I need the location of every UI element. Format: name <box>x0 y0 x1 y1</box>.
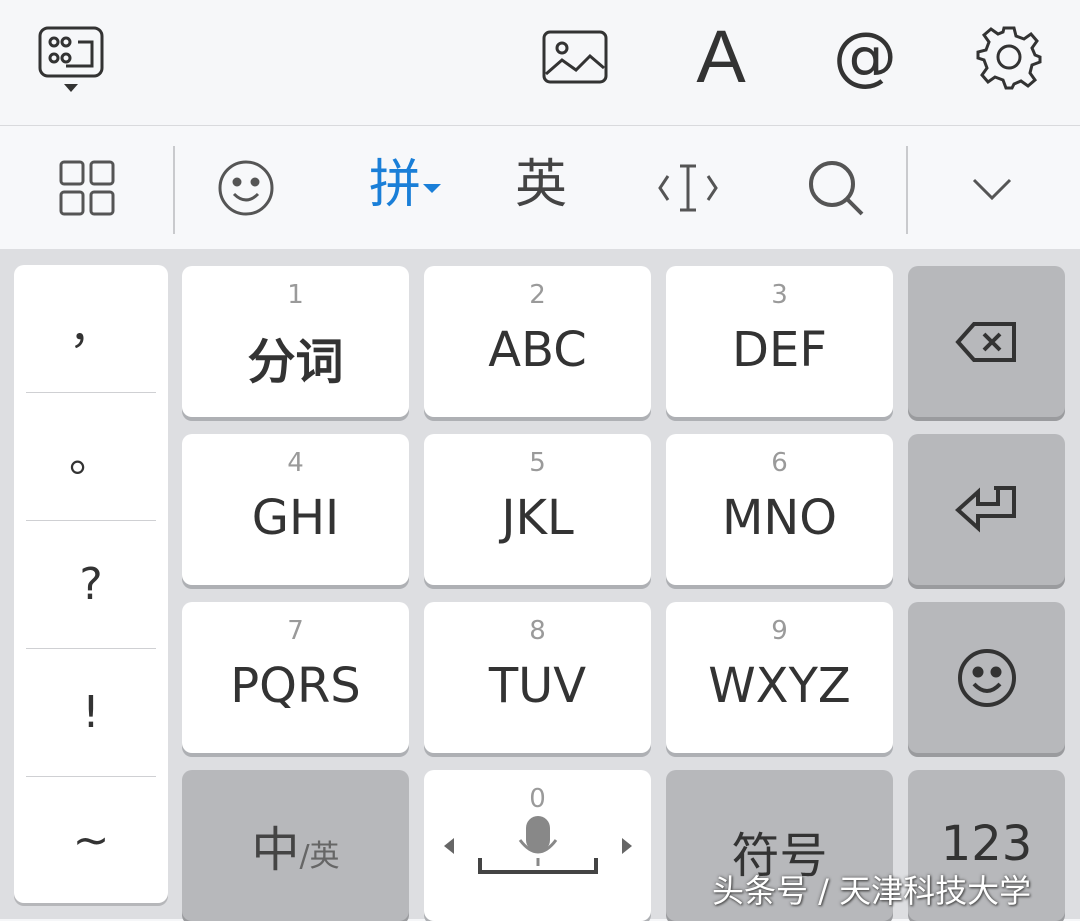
key-4[interactable]: 4 GHI <box>182 434 409 585</box>
key-number: 2 <box>529 280 546 310</box>
lang-sub-label: /英 <box>299 839 340 874</box>
backspace-icon <box>954 321 1016 362</box>
candidate-toolbar: 拼 英 <box>0 126 1080 249</box>
at-label: @ <box>833 20 897 94</box>
key-number: 1 <box>287 280 304 310</box>
key-number: 4 <box>287 448 304 478</box>
top-bar: A @ <box>0 0 1080 126</box>
space-microphone-icon <box>444 816 632 874</box>
at-icon[interactable]: @ <box>830 22 900 92</box>
key-7[interactable]: 7 PQRS <box>182 602 409 753</box>
image-icon[interactable] <box>540 22 610 92</box>
key-label: 分词 <box>247 334 344 390</box>
pinyin-label: 拼 <box>368 155 421 215</box>
key-number: 8 <box>529 616 546 646</box>
punct-question[interactable]: ? <box>14 521 168 649</box>
punct-tilde[interactable]: ~ <box>14 777 168 905</box>
gear-icon[interactable] <box>974 22 1044 92</box>
key-number: 6 <box>771 448 788 478</box>
english-mode-button[interactable]: 英 <box>506 150 576 220</box>
key-number: 5 <box>529 448 546 478</box>
key-8[interactable]: 8 TUV <box>424 602 651 753</box>
lang-switch-button[interactable]: 中/英 <box>182 770 409 921</box>
key-number: 3 <box>771 280 788 310</box>
key-label: DEF <box>732 322 827 378</box>
collapse-chevron-icon[interactable] <box>960 156 1024 220</box>
key-number: 7 <box>287 616 304 646</box>
punctuation-column[interactable]: ， 。 ? ! ~ <box>14 265 168 903</box>
keyboard-layout-icon[interactable] <box>36 22 106 92</box>
punct-period[interactable]: 。 <box>14 393 168 521</box>
key-label: MNO <box>721 490 838 546</box>
key-1[interactable]: 1 分词 <box>182 266 409 417</box>
search-icon[interactable] <box>804 156 868 220</box>
key-label: TUV <box>488 658 587 714</box>
font-label: A <box>696 15 746 98</box>
key-number: 9 <box>771 616 788 646</box>
backspace-button[interactable] <box>908 266 1065 417</box>
enter-icon <box>954 485 1016 532</box>
cursor-move-icon[interactable] <box>656 156 720 220</box>
key-9[interactable]: 9 WXYZ <box>666 602 893 753</box>
punct-comma[interactable]: ， <box>14 265 168 393</box>
key-label: ABC <box>488 322 587 378</box>
key-number: 0 <box>529 784 546 814</box>
key-2[interactable]: 2 ABC <box>424 266 651 417</box>
grid-menu-icon[interactable] <box>55 156 119 220</box>
toolbar-divider <box>906 146 908 234</box>
number-mode-label: 123 <box>940 816 1033 872</box>
smiley-icon <box>957 648 1016 707</box>
keyboard: ， 。 ? ! ~ 1 分词 2 ABC 3 DEF 4 GHI 5 JKL 6… <box>0 249 1080 921</box>
enter-button[interactable] <box>908 434 1065 585</box>
key-5[interactable]: 5 JKL <box>424 434 651 585</box>
key-label: JKL <box>501 490 574 546</box>
punct-exclaim[interactable]: ! <box>14 649 168 777</box>
toolbar-divider <box>173 146 175 234</box>
key-3[interactable]: 3 DEF <box>666 266 893 417</box>
pinyin-mode-button[interactable]: 拼 <box>360 150 450 220</box>
space-button[interactable]: 0 <box>424 770 651 921</box>
key-label: WXYZ <box>708 658 851 714</box>
caret-down-icon <box>423 183 441 193</box>
watermark: 头条号 / 天津科技大学 <box>712 872 1032 910</box>
lang-main-label: 中 <box>251 822 300 878</box>
emoji-icon[interactable] <box>214 156 278 220</box>
key-label: GHI <box>251 490 340 546</box>
emoji-button[interactable] <box>908 602 1065 753</box>
font-icon[interactable]: A <box>686 15 756 98</box>
key-label: PQRS <box>230 658 361 714</box>
key-6[interactable]: 6 MNO <box>666 434 893 585</box>
